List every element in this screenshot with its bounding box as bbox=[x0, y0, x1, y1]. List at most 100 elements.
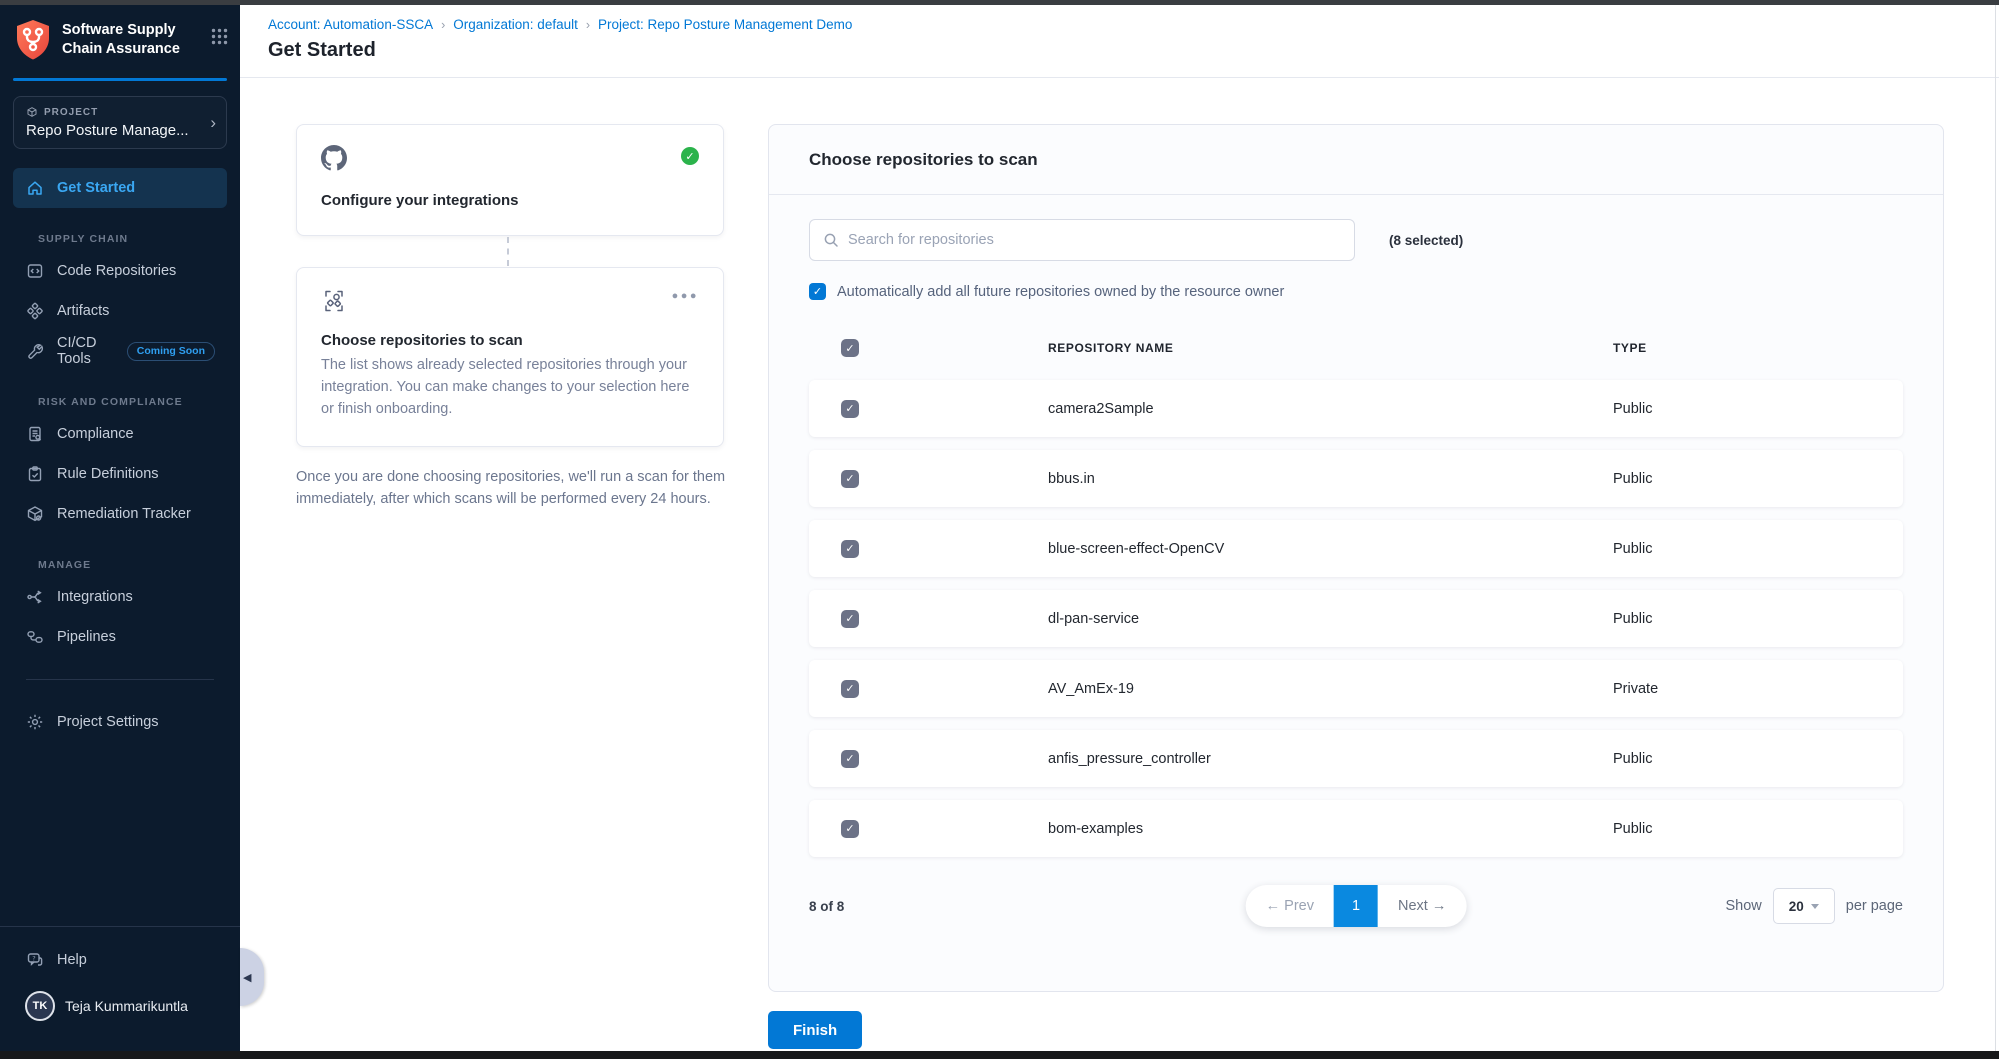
step-title: Choose repositories to scan bbox=[321, 332, 699, 349]
sidebar-item-label: Remediation Tracker bbox=[57, 506, 191, 522]
table-row: ✓ camera2Sample Public bbox=[809, 380, 1903, 437]
brand-accent-rule bbox=[13, 78, 227, 81]
repo-type: Public bbox=[1613, 471, 1903, 487]
sidebar-item-label: Get Started bbox=[57, 180, 135, 196]
sidebar-item-artifacts[interactable]: Artifacts bbox=[13, 291, 227, 331]
row-checkbox[interactable]: ✓ bbox=[841, 820, 859, 838]
table-row: ✓ AV_AmEx-19 Private bbox=[809, 660, 1903, 717]
app-switcher-grid-icon[interactable] bbox=[211, 18, 228, 50]
step-description: The list shows already selected reposito… bbox=[321, 355, 699, 420]
search-row: (8 selected) bbox=[809, 219, 1903, 261]
github-icon bbox=[321, 145, 347, 176]
finish-button[interactable]: Finish bbox=[768, 1011, 862, 1049]
breadcrumb-separator: › bbox=[441, 18, 445, 32]
sidebar-item-label: Rule Definitions bbox=[57, 466, 159, 482]
choose-repositories-icon bbox=[321, 288, 347, 319]
sidebar-item-remediation-tracker[interactable]: Remediation Tracker bbox=[13, 494, 227, 534]
app-root: Software Supply Chain Assurance PROJECT … bbox=[0, 5, 1999, 1051]
column-header-repository-name: REPOSITORY NAME bbox=[1048, 341, 1613, 355]
breadcrumb-account-link[interactable]: Account: Automation-SSCA bbox=[268, 17, 433, 32]
pipelines-icon bbox=[25, 628, 45, 646]
compliance-doc-icon bbox=[25, 425, 45, 443]
coming-soon-badge: Coming Soon bbox=[127, 342, 215, 361]
breadcrumb-org-link[interactable]: Organization: default bbox=[453, 17, 578, 32]
row-checkbox[interactable]: ✓ bbox=[841, 400, 859, 418]
panel-body: (8 selected) ✓ Automatically add all fut… bbox=[769, 195, 1943, 929]
select-all-checkbox[interactable]: ✓ bbox=[841, 339, 859, 357]
sidebar-item-code-repositories[interactable]: Code Repositories bbox=[13, 251, 227, 291]
user-name: Teja Kummarikuntla bbox=[65, 998, 188, 1014]
clipboard-check-icon bbox=[25, 465, 45, 483]
repositories-table: ✓ REPOSITORY NAME TYPE ✓ camera2Sample P… bbox=[809, 328, 1903, 857]
table-row: ✓ anfis_pressure_controller Public bbox=[809, 730, 1903, 787]
sidebar-item-label: Code Repositories bbox=[57, 263, 176, 279]
column-header-type: TYPE bbox=[1613, 341, 1903, 355]
pagination: 8 of 8 ← Prev 1 Next → Show 20 bbox=[809, 883, 1903, 929]
sidebar-item-rule-definitions[interactable]: Rule Definitions bbox=[13, 454, 227, 494]
table-row: ✓ bom-examples Public bbox=[809, 800, 1903, 857]
table-row: ✓ dl-pan-service Public bbox=[809, 590, 1903, 647]
repo-name: blue-screen-effect-OpenCV bbox=[1048, 541, 1613, 557]
sidebar-header: Software Supply Chain Assurance bbox=[0, 5, 240, 78]
next-page-button[interactable]: Next → bbox=[1378, 898, 1466, 914]
search-input[interactable] bbox=[848, 232, 1341, 248]
sidebar-nav: Get Started SUPPLY CHAIN Code Repositori… bbox=[0, 149, 240, 742]
panel-title: Choose repositories to scan bbox=[769, 125, 1943, 195]
svg-text:?: ? bbox=[32, 954, 35, 962]
code-repositories-icon bbox=[25, 262, 45, 280]
page-header: Account: Automation-SSCA › Organization: d… bbox=[240, 5, 1999, 78]
sidebar-item-integrations[interactable]: Integrations bbox=[13, 577, 227, 617]
page-size-value: 20 bbox=[1789, 899, 1804, 914]
repo-name: AV_AmEx-19 bbox=[1048, 681, 1613, 697]
wrench-icon bbox=[25, 342, 45, 360]
gear-icon bbox=[25, 713, 45, 731]
row-checkbox[interactable]: ✓ bbox=[841, 750, 859, 768]
auto-add-label[interactable]: Automatically add all future repositorie… bbox=[837, 284, 1284, 300]
breadcrumb-project-link[interactable]: Project: Repo Posture Management Demo bbox=[598, 17, 852, 32]
search-icon bbox=[823, 232, 839, 248]
card-overflow-menu-icon[interactable]: ●●● bbox=[672, 290, 699, 302]
sidebar-item-cicd-tools[interactable]: CI/CD Tools Coming Soon bbox=[13, 331, 227, 371]
help-label: Help bbox=[57, 952, 87, 968]
repo-type: Public bbox=[1613, 611, 1903, 627]
auto-add-row: ✓ Automatically add all future repositor… bbox=[809, 283, 1903, 300]
project-selector[interactable]: PROJECT Repo Posture Manage... › bbox=[13, 96, 227, 149]
current-page-button[interactable]: 1 bbox=[1334, 885, 1378, 927]
sidebar-divider bbox=[26, 679, 214, 680]
sidebar-divider bbox=[0, 926, 240, 927]
row-checkbox[interactable]: ✓ bbox=[841, 610, 859, 628]
section-label-risk-compliance: RISK AND COMPLIANCE bbox=[38, 396, 215, 408]
repo-name: bbus.in bbox=[1048, 471, 1613, 487]
sidebar-item-project-settings[interactable]: Project Settings bbox=[13, 702, 227, 742]
user-menu[interactable]: TK Teja Kummarikuntla bbox=[0, 975, 240, 1037]
sidebar-item-compliance[interactable]: Compliance bbox=[13, 414, 227, 454]
project-name: Repo Posture Manage... bbox=[26, 122, 200, 139]
repo-type: Public bbox=[1613, 821, 1903, 837]
scan-note: Once you are done choosing repositories,… bbox=[296, 466, 748, 511]
page-size-select[interactable]: 20 bbox=[1773, 888, 1835, 924]
row-checkbox[interactable]: ✓ bbox=[841, 540, 859, 558]
step-card-choose-repos: ●●● Choose repositories to scan The list… bbox=[296, 267, 724, 447]
section-label-manage: MANAGE bbox=[38, 559, 215, 571]
scrollbar-track[interactable] bbox=[1995, 5, 1996, 1051]
sidebar-item-pipelines[interactable]: Pipelines bbox=[13, 617, 227, 657]
integrations-icon bbox=[25, 588, 45, 606]
selected-count: (8 selected) bbox=[1389, 233, 1463, 248]
sidebar-item-label: Project Settings bbox=[57, 714, 159, 730]
help-chat-icon: ? bbox=[25, 951, 45, 969]
auto-add-checkbox[interactable]: ✓ bbox=[809, 283, 826, 300]
row-checkbox[interactable]: ✓ bbox=[841, 470, 859, 488]
table-row: ✓ bbus.in Public bbox=[809, 450, 1903, 507]
sidebar-item-label: Pipelines bbox=[57, 629, 116, 645]
artifacts-icon bbox=[25, 302, 45, 320]
repo-type: Public bbox=[1613, 401, 1903, 417]
sidebar-item-label: Artifacts bbox=[57, 303, 109, 319]
content-area: Account: Automation-SSCA › Organization: d… bbox=[240, 5, 1999, 1051]
help-button[interactable]: ? Help bbox=[0, 945, 240, 975]
chevron-down-icon bbox=[1811, 904, 1819, 909]
sidebar-item-get-started[interactable]: Get Started bbox=[13, 168, 227, 208]
sidebar-bottom: ? Help TK Teja Kummarikuntla bbox=[0, 926, 240, 1051]
prev-page-button[interactable]: ← Prev bbox=[1246, 898, 1334, 914]
row-checkbox[interactable]: ✓ bbox=[841, 680, 859, 698]
breadcrumb-separator: › bbox=[586, 18, 590, 32]
